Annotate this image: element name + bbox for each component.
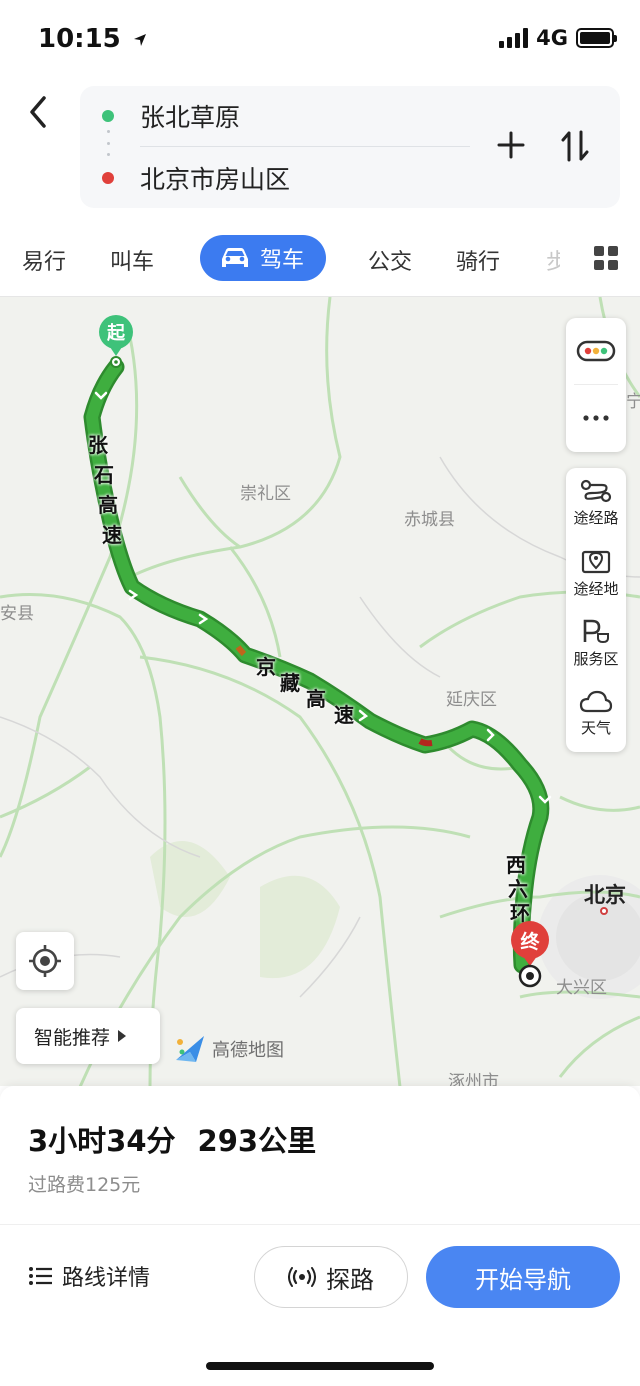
route-connector-icon [106,130,110,156]
tab-driving[interactable]: 驾车 [200,235,327,281]
destination-label: 北京市房山区 [140,165,291,194]
plus-icon [497,131,525,159]
tab-walking[interactable]: 步 [546,244,560,276]
tab-yixing[interactable]: 易行 [22,244,66,276]
signal-icon [499,28,529,48]
road-label-jingzang-4: 速 [334,703,354,727]
more-options-button[interactable] [566,385,626,451]
map-label-ning: 宁 [626,387,640,412]
destination-field[interactable]: 北京市房山区 [80,158,290,198]
route-toll: 过路费125元 [28,1174,141,1196]
start-navigation-button[interactable]: 开始导航 [426,1246,620,1308]
route-summary: 3小时34分 293公里 [28,1118,316,1160]
car-icon [222,248,248,267]
list-icon [29,1267,52,1285]
start-marker[interactable]: 起 [96,314,136,368]
tab-taxi[interactable]: 叫车 [110,244,154,276]
more-modes-grid-icon[interactable] [594,246,618,270]
play-triangle-icon [118,1030,127,1042]
route-distance: 293公里 [197,1124,317,1158]
sheet-divider [0,1224,640,1225]
waypoint-place-button[interactable]: 途经地 [566,538,626,608]
status-bar: 10:15 4G [0,0,640,80]
waypoint-road-icon [580,479,612,502]
end-marker-label: 终 [520,931,540,953]
smart-recommend-label: 智能推荐 [34,1026,111,1049]
origin-label: 张北草原 [140,103,241,132]
capital-marker-icon [600,907,608,915]
map-label-beijing: 北京 [584,883,626,907]
weather-button[interactable]: 天气 [566,678,626,748]
route-details-button[interactable]: 路线详情 [28,1260,150,1292]
map-label-daxing: 大兴区 [556,978,607,998]
battery-icon [576,28,617,48]
explore-route-button[interactable]: 探路 [254,1246,408,1308]
home-indicator [206,1362,434,1370]
waypoint-place-icon [581,550,611,573]
back-button[interactable] [22,92,56,132]
location-arrow-icon [133,33,146,46]
origin-field[interactable]: 张北草原 [80,96,240,136]
route-details-label: 路线详情 [62,1266,151,1291]
locate-me-button[interactable] [16,932,74,990]
road-label-zhangshi-3: 高 [98,493,118,517]
map-label-anxian: 安县 [0,604,34,624]
service-area-button[interactable]: 服务区 [566,608,626,678]
smart-recommend-button[interactable]: 智能推荐 [16,1008,160,1064]
road-label-jingzang-3: 高 [306,687,326,711]
service-area-label: 服务区 [573,649,619,668]
waypoint-road-button[interactable]: 途经路 [566,468,626,538]
waypoint-place-label: 途经地 [573,579,619,598]
map-top-controls [566,318,626,452]
start-marker-label: 起 [107,323,125,344]
tab-driving-label: 驾车 [260,248,305,273]
road-label-zhangshi-2: 石 [94,463,114,487]
service-area-icon [583,619,609,643]
traffic-toggle-button[interactable] [566,318,626,384]
chevron-left-icon [30,96,46,128]
explore-route-label: 探路 [326,1265,374,1294]
status-indicators: 4G [499,26,617,50]
road-label-jingzang-2: 藏 [280,671,300,695]
tab-cycling[interactable]: 骑行 [456,244,500,276]
traffic-light-icon [576,340,616,362]
route-tools-panel: 途经路 途经地 服务区 天气 [566,468,626,752]
broadcast-icon [288,1267,316,1287]
destination-dot-icon [102,172,114,184]
waypoint-road-label: 途经路 [573,508,619,527]
route-input-panel: 张北草原 北京市房山区 [80,86,620,208]
add-waypoint-button[interactable] [496,130,526,160]
origin-dot-icon [102,110,114,122]
amap-logo-icon [176,1036,204,1062]
road-label-zhangshi-1: 张 [88,433,108,457]
crosshair-icon [29,945,61,977]
road-label-jingzang-1: 京 [256,655,276,679]
status-time: 10:15 [38,24,148,54]
map-label-yanqing: 延庆区 [446,690,497,710]
route-duration: 3小时34分 [28,1124,176,1158]
swap-route-button[interactable] [560,128,590,164]
amap-logo: 高德地图 [174,1034,284,1064]
tab-bus[interactable]: 公交 [368,244,412,276]
transport-mode-tabs: 易行 叫车 驾车 公交 骑行 步 [0,232,640,284]
network-type: 4G [536,26,568,50]
swap-arrows-icon [561,130,589,162]
weather-cloud-icon [579,690,613,712]
map-label-chongli: 崇礼区 [240,484,291,504]
route-divider [140,146,470,147]
map-label-chicheng: 赤城县 [404,510,455,530]
end-marker[interactable]: 终 [508,920,552,988]
weather-label: 天气 [580,718,611,737]
ellipsis-icon [583,415,609,421]
amap-logo-text: 高德地图 [212,1040,284,1061]
status-time-text: 10:15 [38,24,121,54]
map-label-zhuozhou: 涿州市 [448,1072,499,1086]
road-label-zhangshi-4: 速 [102,523,122,547]
